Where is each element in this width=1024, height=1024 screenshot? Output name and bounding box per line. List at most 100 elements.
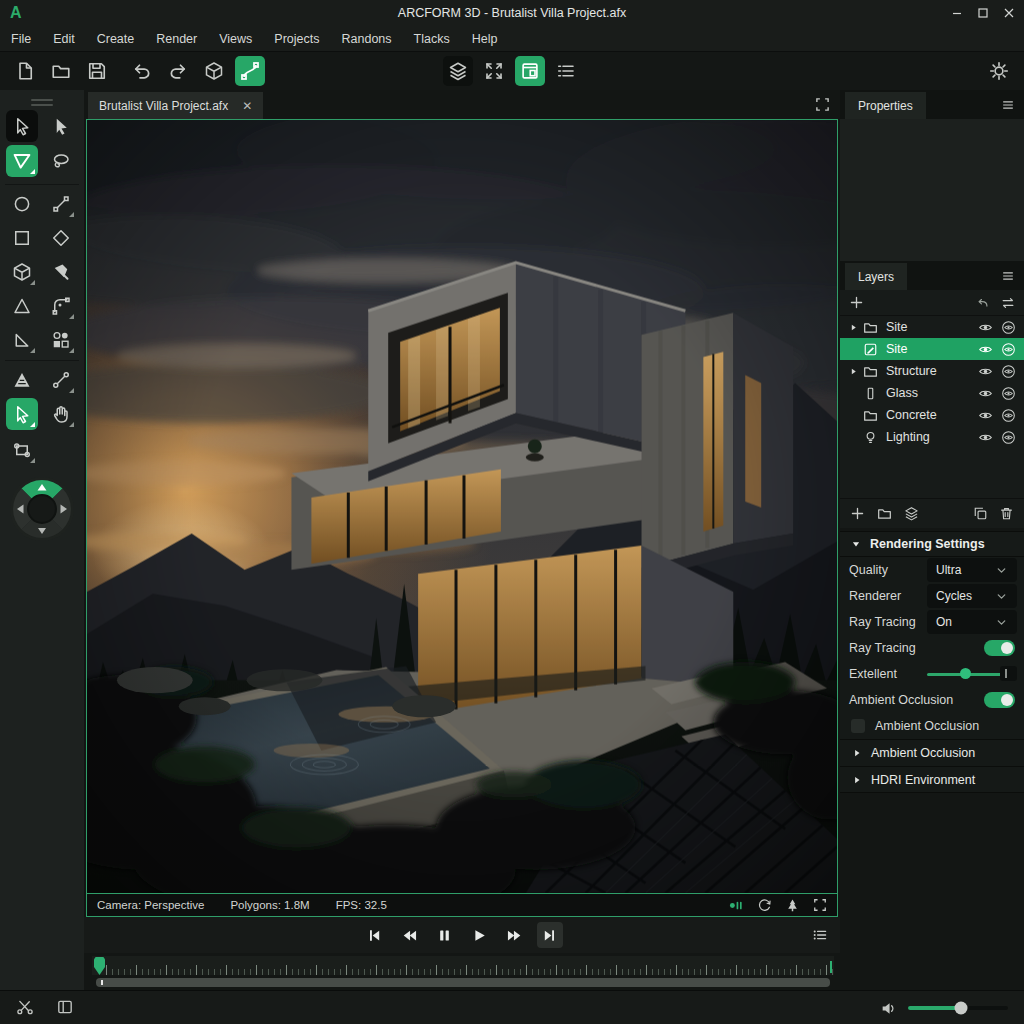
tool-pan-hand[interactable] xyxy=(45,398,77,430)
menu-file[interactable]: File xyxy=(0,32,42,46)
settings-button[interactable] xyxy=(984,56,1014,86)
timeline-ruler[interactable] xyxy=(92,956,834,975)
new-group-icon[interactable] xyxy=(877,506,892,521)
scene-render[interactable] xyxy=(87,120,837,893)
timeline-scrollbar[interactable] xyxy=(96,978,830,987)
menu-create[interactable]: Create xyxy=(86,32,146,46)
open-folder-button[interactable] xyxy=(46,56,76,86)
tool-lasso[interactable] xyxy=(45,145,77,177)
layer-row-site-group[interactable]: Site xyxy=(840,316,1024,338)
add-layer-icon[interactable] xyxy=(849,295,864,310)
visibility-eye-icon[interactable] xyxy=(978,386,993,401)
new-file-button[interactable] xyxy=(10,56,40,86)
section-ambient-occlusion[interactable]: Ambient Occlusion xyxy=(840,739,1024,766)
environment-tree-icon[interactable] xyxy=(785,898,800,913)
tool-terrain[interactable] xyxy=(6,364,38,396)
minimize-button[interactable] xyxy=(952,8,962,18)
panel-view-button[interactable] xyxy=(515,56,545,86)
properties-menu-icon[interactable] xyxy=(1001,98,1015,112)
duplicate-icon[interactable] xyxy=(973,506,988,521)
ambient-occlusion-checkbox[interactable] xyxy=(851,719,865,733)
layers-view-button[interactable] xyxy=(443,56,473,86)
skip-end-button[interactable] xyxy=(537,922,563,948)
spline-tool-button[interactable] xyxy=(235,56,265,86)
navigation-wheel[interactable] xyxy=(9,476,75,546)
tool-shape-triangle[interactable] xyxy=(6,145,38,177)
tool-triangle[interactable] xyxy=(6,290,38,322)
redo-button[interactable] xyxy=(163,56,193,86)
tool-bezier[interactable] xyxy=(45,290,77,322)
layers-tab[interactable]: Layers xyxy=(845,263,907,290)
expand-caret-icon[interactable] xyxy=(849,323,858,332)
raytracing-dropdown[interactable]: On xyxy=(927,610,1017,634)
quality-dropdown[interactable]: Ultra xyxy=(927,558,1017,582)
skip-start-button[interactable] xyxy=(362,922,388,948)
tab-close-icon[interactable]: ✕ xyxy=(242,99,252,113)
layers-menu-icon[interactable] xyxy=(1001,269,1015,283)
expand-view-button[interactable] xyxy=(479,56,509,86)
visibility-eye-icon[interactable] xyxy=(978,364,993,379)
volume-slider[interactable] xyxy=(908,1006,1008,1010)
menu-randons[interactable]: Randons xyxy=(331,32,403,46)
properties-tab[interactable]: Properties xyxy=(845,92,926,119)
render-visibility-icon[interactable] xyxy=(1001,408,1016,423)
visibility-eye-icon[interactable] xyxy=(978,342,993,357)
render-visibility-icon[interactable] xyxy=(1001,364,1016,379)
visibility-eye-icon[interactable] xyxy=(978,320,993,335)
viewport-3d[interactable]: Camera: Perspective Polygons: 1.8M FPS: … xyxy=(86,119,838,917)
tool-select[interactable] xyxy=(6,110,38,142)
close-button[interactable] xyxy=(1004,8,1014,18)
render-visibility-icon[interactable] xyxy=(1001,430,1016,445)
cube-tool-button[interactable] xyxy=(199,56,229,86)
speaker-icon[interactable] xyxy=(880,1000,897,1017)
status-fullscreen-icon[interactable] xyxy=(813,898,827,912)
layers-history-icon[interactable] xyxy=(976,296,990,310)
layer-row-glass[interactable]: Glass xyxy=(840,382,1024,404)
render-visibility-icon[interactable] xyxy=(1001,320,1016,335)
pause-button[interactable] xyxy=(432,922,458,948)
tool-direct-select[interactable] xyxy=(6,398,38,430)
render-visibility-icon[interactable] xyxy=(1001,386,1016,401)
tool-line[interactable] xyxy=(45,188,77,220)
save-button[interactable] xyxy=(82,56,112,86)
render-visibility-icon[interactable] xyxy=(1001,342,1016,357)
play-button[interactable] xyxy=(467,922,493,948)
undo-button[interactable] xyxy=(127,56,157,86)
maximize-button[interactable] xyxy=(978,8,988,18)
visibility-eye-icon[interactable] xyxy=(978,430,993,445)
tool-transform-rect[interactable] xyxy=(6,434,38,466)
tool-rectangle[interactable] xyxy=(6,222,38,254)
palette-drag-handle[interactable] xyxy=(31,96,53,109)
section-hdri-environment[interactable]: HDRI Environment xyxy=(840,766,1024,793)
menu-render[interactable]: Render xyxy=(145,32,208,46)
cut-tool-icon[interactable] xyxy=(16,998,34,1016)
raytracing-toggle[interactable] xyxy=(984,640,1015,656)
slider-knob[interactable] xyxy=(960,668,971,679)
rewind-button[interactable] xyxy=(397,922,423,948)
renderer-dropdown[interactable]: Cycles xyxy=(927,584,1017,608)
delete-icon[interactable] xyxy=(999,506,1014,521)
menu-tlacks[interactable]: Tlacks xyxy=(403,32,461,46)
tool-ellipse[interactable] xyxy=(6,188,38,220)
menu-help[interactable]: Help xyxy=(461,32,509,46)
expand-caret-icon[interactable] xyxy=(849,367,858,376)
orbit-icon[interactable] xyxy=(757,898,772,913)
tool-shape-group[interactable] xyxy=(45,324,77,356)
tool-segment[interactable] xyxy=(45,364,77,396)
tool-diamond[interactable] xyxy=(45,222,77,254)
tool-box[interactable] xyxy=(6,256,38,288)
volume-knob[interactable] xyxy=(955,1002,968,1015)
visibility-eye-icon[interactable] xyxy=(978,408,993,423)
live-indicator-icon[interactable] xyxy=(729,898,744,913)
viewport-fullscreen-icon[interactable] xyxy=(815,97,830,112)
list-view-button[interactable] xyxy=(551,56,581,86)
ambient-occlusion-toggle[interactable] xyxy=(984,692,1015,708)
slider-end-button[interactable] xyxy=(1000,666,1017,681)
layer-row-lighting[interactable]: Lighting xyxy=(840,426,1024,448)
add-layer-icon[interactable] xyxy=(850,506,865,521)
fast-forward-button[interactable] xyxy=(502,922,528,948)
playlist-icon[interactable] xyxy=(812,927,828,943)
menu-projects[interactable]: Projects xyxy=(263,32,330,46)
layers-sort-icon[interactable] xyxy=(1001,296,1015,310)
merge-layers-icon[interactable] xyxy=(904,506,919,521)
